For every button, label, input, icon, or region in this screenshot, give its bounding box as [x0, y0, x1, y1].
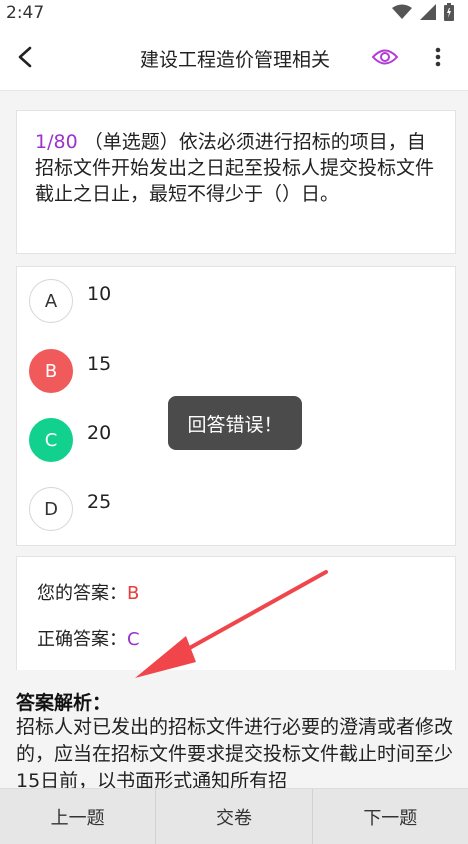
option-d-value: 25: [87, 491, 112, 513]
wifi-icon: [392, 4, 412, 24]
your-answer-value: B: [127, 583, 140, 604]
status-time: 2:47: [6, 3, 45, 23]
result-toast: 回答错误！: [168, 396, 302, 450]
more-button[interactable]: [424, 44, 452, 74]
answer-card: 您的答案：B 正确答案：C: [16, 556, 456, 670]
option-b-value: 15: [87, 353, 112, 375]
battery-icon: [444, 3, 454, 25]
option-d-letter: D: [29, 487, 73, 531]
option-a-value: 10: [87, 283, 112, 305]
submit-exam-button[interactable]: 交卷: [155, 789, 311, 844]
correct-answer-label: 正确答案：: [37, 629, 127, 650]
app-bar: 建设工程造价管理相关: [0, 28, 468, 91]
option-a-letter: A: [29, 279, 73, 323]
option-b[interactable]: B 15: [29, 347, 439, 395]
option-b-letter: B: [29, 349, 73, 393]
your-answer-label: 您的答案：: [37, 583, 127, 604]
question-text: 1/80 （单选题）依法必须进行招标的项目，自招标文件开始发出之日起至投标人提交…: [35, 129, 437, 207]
analysis-title: 答案解析：: [16, 692, 112, 714]
option-d[interactable]: D 25: [29, 485, 439, 533]
analysis-text: 招标人对已发出的招标文件进行必要的澄清或者修改的，应当在招标文件要求提交投标文件…: [16, 716, 454, 788]
eye-icon: [371, 47, 399, 71]
more-vertical-icon: [435, 47, 441, 71]
correct-answer-value: C: [127, 629, 140, 650]
question-number: 1/80: [35, 131, 78, 153]
option-a[interactable]: A 10: [29, 277, 439, 325]
option-c-value: 20: [87, 422, 112, 444]
option-c-letter: C: [29, 418, 73, 462]
bottom-bar: 上一题 交卷 下一题: [0, 788, 468, 844]
status-bar: 2:47: [0, 0, 468, 28]
prev-question-button[interactable]: 上一题: [0, 789, 155, 844]
your-answer-row: 您的答案：B: [37, 579, 139, 605]
next-question-button[interactable]: 下一题: [311, 789, 468, 844]
page-title: 建设工程造价管理相关: [139, 49, 330, 71]
back-button[interactable]: [8, 42, 42, 76]
signal-icon: [420, 4, 436, 24]
status-icons: [392, 3, 454, 25]
chevron-left-icon: [16, 46, 34, 72]
eye-toggle-button[interactable]: [368, 44, 402, 74]
correct-answer-row: 正确答案：C: [37, 625, 140, 651]
question-body: （单选题）依法必须进行招标的项目，自招标文件开始发出之日起至投标人提交投标文件截…: [35, 131, 435, 205]
question-card: 1/80 （单选题）依法必须进行招标的项目，自招标文件开始发出之日起至投标人提交…: [16, 110, 456, 254]
